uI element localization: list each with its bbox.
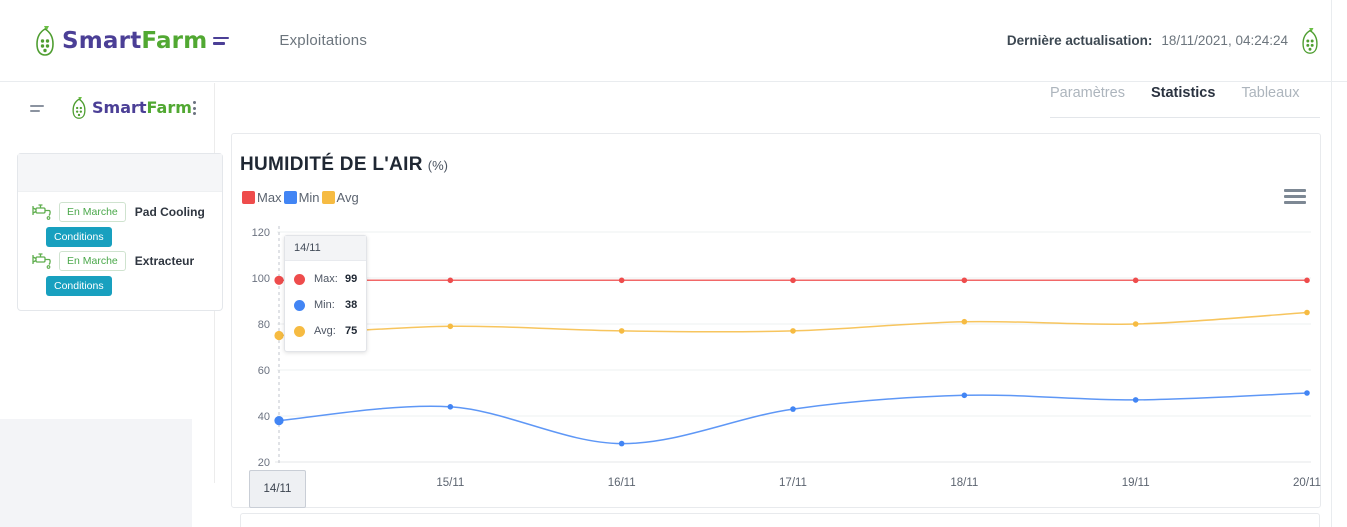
collapse-menu-icon[interactable]: [30, 104, 46, 112]
chart-card: HUMIDITÉ DE L'AIR (%) Max Min Avg 120 100…: [231, 133, 1321, 508]
device-item-extracteur: En Marche Extracteur Conditions: [18, 249, 222, 296]
app-root: SmartFarm Exploitations Dernière actuali…: [0, 0, 1347, 527]
hamburger-menu-icon[interactable]: [1284, 189, 1306, 204]
tooltip-value-max: 99: [345, 273, 358, 285]
device-item-pad-cooling: En Marche Pad Cooling Conditions: [18, 200, 222, 247]
sidebar-bottom-placeholder: [0, 419, 192, 527]
svg-text:17/11: 17/11: [779, 477, 807, 489]
sidebar-logo-word-farm: Farm: [146, 98, 192, 117]
device-name: Pad Cooling: [134, 205, 205, 219]
svg-text:100: 100: [252, 273, 270, 285]
chart-title: HUMIDITÉ DE L'AIR: [240, 154, 423, 175]
chart-header: HUMIDITÉ DE L'AIR (%): [232, 134, 1320, 176]
tooltip-key-avg: Avg:: [314, 325, 336, 337]
valve-faucet-icon: [31, 202, 55, 222]
legend-item-avg[interactable]: Avg: [321, 190, 361, 205]
tooltip-row-min: Min: 38: [285, 292, 366, 318]
logo-word-smart: Smart: [62, 28, 142, 54]
svg-text:18/11: 18/11: [950, 477, 978, 489]
logo-wordmark: SmartFarm: [62, 27, 207, 54]
status-badge[interactable]: En Marche: [59, 202, 126, 222]
last-update-value: 18/11/2021, 04:24:24: [1161, 33, 1288, 48]
tooltip-rows: Max: 99 Min: 38 Avg: 75: [285, 261, 366, 351]
svg-text:40: 40: [258, 411, 270, 423]
x-axis-highlight-label: 14/11: [249, 470, 306, 508]
device-row: En Marche Pad Cooling: [18, 200, 222, 224]
plant-flask-icon: [1297, 27, 1323, 55]
valve-faucet-icon: [31, 251, 55, 271]
svg-text:15/11: 15/11: [436, 477, 464, 489]
chart-legend: Max Min Avg: [242, 190, 1320, 205]
legend-swatch-min: [283, 191, 297, 204]
hamburger-lines-icon[interactable]: [213, 36, 231, 45]
tab-parametres[interactable]: Paramètres: [1050, 85, 1125, 108]
conditions-button[interactable]: Conditions: [46, 276, 112, 296]
sidebar-logo[interactable]: SmartFarm: [68, 96, 192, 120]
legend-swatch-max: [242, 191, 255, 204]
tooltip-dot-max: [294, 273, 305, 285]
device-card-header: [18, 154, 222, 192]
chart-tooltip: 14/11 Max: 99 Min: 38 Avg: 75: [284, 235, 367, 352]
tooltip-key-min: Min:: [314, 299, 335, 311]
tooltip-row-max: Max: 99: [285, 266, 366, 292]
sidebar-logo-wordmark: SmartFarm: [92, 98, 192, 118]
legend-item-max[interactable]: Max: [242, 190, 284, 205]
tab-bar: Paramètres Statistics Tableaux: [1050, 85, 1320, 117]
chart-unit: (%): [427, 158, 448, 173]
legend-swatch-avg: [321, 191, 335, 204]
plant-flask-icon: [68, 96, 90, 120]
tooltip-key-max: Max:: [314, 273, 338, 285]
tooltip-value-min: 38: [345, 299, 358, 311]
sidebar-header: SmartFarm: [0, 83, 214, 133]
top-header-bar: SmartFarm Exploitations Dernière actuali…: [0, 0, 1347, 82]
svg-text:20/11: 20/11: [1293, 477, 1321, 489]
tab-tableaux[interactable]: Tableaux: [1241, 85, 1299, 108]
chart-svg: 120 100 80 60 40 20 14/11 15/11 16/11 17/11 18/11 1…: [252, 226, 1321, 489]
legend-item-min[interactable]: Min: [283, 190, 322, 205]
legend-label-max: Max: [257, 190, 282, 205]
svg-text:19/11: 19/11: [1122, 477, 1150, 489]
device-name: Extracteur: [134, 254, 195, 268]
tooltip-dot-min: [294, 299, 305, 311]
vertical-dots-icon[interactable]: [193, 101, 196, 115]
tab-bar-underline: [1050, 117, 1320, 118]
tooltip-value-avg: 75: [345, 325, 358, 337]
svg-text:120: 120: [252, 227, 270, 239]
device-list-card: En Marche Pad Cooling Conditions En Marc…: [17, 153, 223, 311]
conditions-button[interactable]: Conditions: [46, 227, 112, 247]
logo-word-farm: Farm: [141, 28, 208, 54]
tooltip-row-avg: Avg: 75: [285, 318, 366, 344]
svg-text:60: 60: [258, 365, 270, 377]
nav-link-exploitations[interactable]: Exploitations: [279, 32, 367, 49]
next-chart-card-partial: [240, 513, 1320, 527]
tooltip-dot-avg: [294, 325, 305, 337]
device-rows: En Marche Pad Cooling Conditions En Marc…: [18, 192, 222, 296]
right-edge-divider: [1331, 0, 1332, 527]
plant-flask-icon: [30, 25, 60, 57]
last-update-group: Dernière actualisation: 18/11/2021, 04:2…: [1007, 27, 1323, 55]
svg-text:80: 80: [258, 319, 270, 331]
svg-text:20: 20: [258, 457, 270, 469]
status-badge[interactable]: En Marche: [59, 251, 126, 271]
device-row: En Marche Extracteur: [18, 249, 222, 273]
svg-text:16/11: 16/11: [608, 477, 636, 489]
chart-plot-area: 1201008060402014/1115/1116/1117/1118/111…: [232, 224, 1322, 509]
tab-statistics[interactable]: Statistics: [1151, 85, 1215, 108]
tooltip-date: 14/11: [285, 236, 366, 261]
legend-label-min: Min: [298, 190, 320, 205]
last-update-label: Dernière actualisation:: [1006, 33, 1153, 48]
sidebar-logo-word-smart: Smart: [92, 98, 147, 117]
legend-label-avg: Avg: [336, 190, 359, 205]
app-logo[interactable]: SmartFarm: [30, 25, 231, 57]
